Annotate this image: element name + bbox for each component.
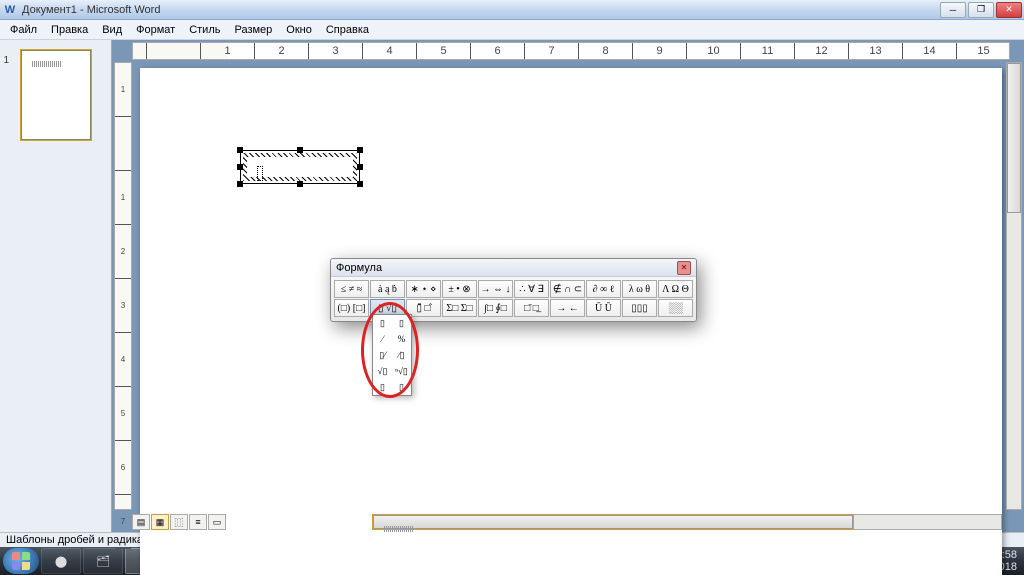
view-reading[interactable]: ▭ [208,514,226,530]
spaces-button[interactable]: ∗ ⋆ ⋄ [406,280,441,298]
menu-format[interactable]: Формат [130,22,181,38]
thumbnail-panel: 1 [0,40,112,532]
menu-edit[interactable]: Правка [45,22,94,38]
vertical-scrollbar[interactable] [1006,62,1022,510]
menubar: Файл Правка Вид Формат Стиль Размер Окно… [0,20,1024,40]
view-outline[interactable]: ≡ [189,514,207,530]
horizontal-ruler[interactable]: 1 12 34 56 78 910 1112 1314 1516 17 [132,42,1010,60]
view-web[interactable]: ⿲ [170,514,188,530]
thumb-page-number: 1 [4,55,10,66]
resize-handle[interactable] [237,181,243,187]
radical-template[interactable]: ⁿ√▯ [392,363,411,379]
view-mode-buttons: ▤ ▦ ⿲ ≡ ▭ [132,514,226,530]
start-button[interactable] [3,548,39,574]
integral-button[interactable]: ∫□ ∮□ [478,299,513,317]
window-title: Документ1 - Microsoft Word [22,4,940,16]
formula-toolbar-title[interactable]: Формула ✕ [331,259,696,277]
fence-templates-button[interactable]: (□) [□] [334,299,369,317]
summation-button[interactable]: Σ□ Σ□ [442,299,477,317]
fraction-template[interactable]: ▯⁄ [373,347,392,363]
menu-file[interactable]: Файл [4,22,43,38]
embellishments-button[interactable]: ȧ ą ḃ [370,280,405,298]
resize-handle[interactable] [237,164,243,170]
view-print[interactable]: ▦ [151,514,169,530]
resize-handle[interactable] [237,147,243,153]
greek-upper-button[interactable]: Λ Ω Θ [658,280,693,298]
formula-toolbar[interactable]: Формула ✕ ≤ ≠ ≈ ȧ ą ḃ ∗ ⋆ ⋄ ± • ⊗ → ⇔ ↓ … [330,258,697,322]
products-button[interactable]: Ū Ū [586,299,621,317]
resize-handle[interactable] [297,181,303,187]
logical-button[interactable]: ∴ ∀ ∃ [514,280,549,298]
windows-icon [12,552,30,570]
horizontal-scrollbar[interactable] [372,514,1002,530]
arrows-button[interactable]: → ⇔ ↓ [478,280,513,298]
word-icon: W [2,2,18,18]
menu-style[interactable]: Стиль [183,22,226,38]
equation-object[interactable] [240,150,360,184]
greek-lower-button[interactable]: λ ω θ [622,280,657,298]
resize-handle[interactable] [297,147,303,153]
taskbar-app[interactable]: ⬤ [41,548,81,574]
menu-window[interactable]: Окно [280,22,318,38]
fraction-template[interactable]: ⁄▯ [392,347,411,363]
fraction-dropdown: ▯▯ ⁄% ▯⁄⁄▯ √▯ⁿ√▯ ▯▯ [372,314,412,396]
formula-close-button[interactable]: ✕ [677,261,691,275]
boxes-button[interactable]: ░░ [658,299,693,317]
matrix-button[interactable]: ▯▯▯ [622,299,657,317]
resize-handle[interactable] [357,147,363,153]
view-normal[interactable]: ▤ [132,514,150,530]
radical-template[interactable]: ▯ [373,379,392,395]
minimize-button[interactable]: ─ [940,2,966,18]
resize-handle[interactable] [357,164,363,170]
taskbar-explorer[interactable]: 🗂 [83,548,123,574]
radical-template[interactable]: ▯ [392,379,411,395]
labeled-arrow-button[interactable]: → ← [550,299,585,317]
operators-button[interactable]: ± • ⊗ [442,280,477,298]
overbar-button[interactable]: □̄ □̲ [514,299,549,317]
restore-button[interactable]: ❐ [968,2,994,18]
close-button[interactable]: ✕ [996,2,1022,18]
resize-handle[interactable] [357,181,363,187]
fraction-template[interactable]: % [392,331,411,347]
fraction-template[interactable]: ⁄ [373,331,392,347]
menu-help[interactable]: Справка [320,22,375,38]
menu-view[interactable]: Вид [96,22,128,38]
set-theory-button[interactable]: ∉ ∩ ⊂ [550,280,585,298]
misc-symbols-button[interactable]: ∂ ∞ ℓ [586,280,621,298]
menu-size[interactable]: Размер [228,22,278,38]
page-thumbnail[interactable]: 1 [21,50,91,140]
relations-button[interactable]: ≤ ≠ ≈ [334,280,369,298]
radical-template[interactable]: √▯ [373,363,392,379]
fraction-template[interactable]: ▯ [392,315,411,331]
status-text: Шаблоны дробей и радикалов [6,534,162,546]
vertical-ruler[interactable]: 1 12 34 56 7 [114,62,132,510]
fraction-template[interactable]: ▯ [373,315,392,331]
equation-cursor [257,166,263,181]
titlebar: W Документ1 - Microsoft Word ─ ❐ ✕ [0,0,1024,20]
